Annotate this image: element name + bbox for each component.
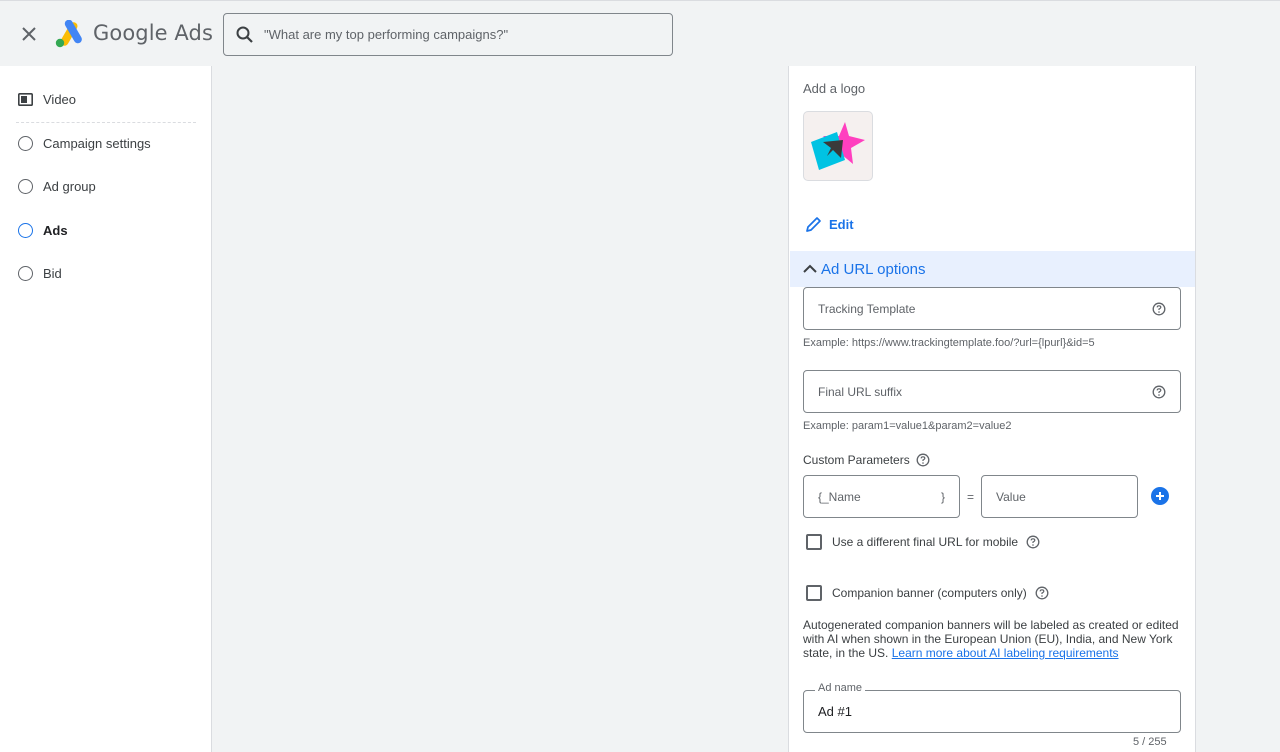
plus-icon (1156, 492, 1164, 500)
video-icon (18, 92, 33, 106)
ad-name-input[interactable] (818, 704, 1166, 719)
final-url-suffix-field[interactable] (803, 370, 1181, 413)
equals-sign: = (967, 490, 975, 504)
search-icon (235, 24, 257, 46)
parameter-value-field[interactable]: Value (981, 475, 1138, 518)
step-circle-icon (18, 222, 33, 238)
sidebar-item-label: Video (43, 91, 77, 107)
sidebar-item-label: Campaign settings (43, 135, 151, 151)
ai-labeling-learn-more-link[interactable]: Learn more about AI labeling requirement… (892, 646, 1119, 660)
logo-thumbnail[interactable] (803, 111, 873, 181)
sidebar-item-label: Ads (43, 222, 68, 238)
sidebar-item-ads[interactable]: Ads (18, 218, 68, 242)
parameter-name-suffix: } (940, 489, 945, 504)
sidebar-item-video[interactable]: Video (18, 87, 76, 111)
sidebar: Video Campaign settings Ad group Ads Bid (0, 66, 212, 752)
companion-banner-label: Companion banner (computers only) (832, 586, 1027, 600)
final-url-suffix-example: Example: param1=value1&param2=value2 (803, 420, 1012, 432)
edit-logo-button[interactable]: Edit (805, 215, 854, 233)
section-title: Ad URL options (821, 260, 926, 278)
google-ads-logo-icon (55, 20, 82, 48)
companion-banner-checkbox[interactable] (806, 585, 822, 601)
help-icon[interactable] (1152, 385, 1166, 399)
custom-parameters-text: Custom Parameters (803, 453, 910, 467)
sidebar-item-bid[interactable]: Bid (18, 261, 62, 285)
tracking-template-input[interactable] (818, 301, 1152, 316)
sidebar-divider (16, 122, 196, 123)
step-circle-icon (18, 178, 33, 194)
companion-banner-note: Autogenerated companion banners will be … (803, 618, 1181, 660)
ad-settings-panel: Add a logo Edit Ad URL options Example: … (788, 66, 1196, 752)
ad-url-options-toggle[interactable]: Ad URL options (790, 251, 1195, 287)
search-bar[interactable] (223, 13, 673, 56)
companion-banner-option: Companion banner (computers only) (806, 585, 1049, 601)
sidebar-item-label: Ad group (43, 178, 96, 194)
step-circle-icon (18, 135, 33, 151)
help-icon[interactable] (916, 453, 930, 467)
tracking-template-example: Example: https://www.trackingtemplate.fo… (803, 337, 1095, 349)
step-circle-icon (18, 265, 33, 281)
parameter-name-prefix: {_Name (818, 489, 861, 504)
help-icon[interactable] (1026, 535, 1040, 549)
help-icon[interactable] (1152, 302, 1166, 316)
chevron-up-icon (802, 261, 818, 277)
business-logo-icon (811, 122, 865, 170)
sidebar-item-campaign-settings[interactable]: Campaign settings (18, 131, 151, 155)
brand-name: Google Ads (93, 21, 213, 45)
parameter-value-placeholder: Value (996, 489, 1026, 504)
tracking-template-field[interactable] (803, 287, 1181, 330)
parameter-name-field[interactable]: {_Name } (803, 475, 960, 518)
sidebar-item-ad-group[interactable]: Ad group (18, 174, 96, 198)
ad-name-field[interactable] (803, 690, 1181, 733)
add-logo-label: Add a logo (803, 81, 866, 96)
custom-parameters-label: Custom Parameters (803, 453, 930, 467)
pencil-icon (805, 215, 823, 233)
top-bar: Google Ads (0, 0, 1280, 66)
mobile-url-checkbox[interactable] (806, 534, 822, 550)
add-parameter-button[interactable] (1151, 487, 1169, 505)
character-counter: 5 / 255 (1133, 736, 1167, 748)
close-button[interactable] (16, 21, 42, 47)
search-input[interactable] (264, 27, 644, 42)
close-icon (22, 27, 36, 41)
final-url-suffix-input[interactable] (818, 384, 1152, 399)
mobile-url-label: Use a different final URL for mobile (832, 535, 1019, 549)
ad-name-label: Ad name (815, 682, 866, 694)
sidebar-item-label: Bid (43, 265, 62, 281)
mobile-url-option: Use a different final URL for mobile (806, 534, 1040, 550)
edit-label: Edit (829, 216, 854, 232)
help-icon[interactable] (1035, 586, 1049, 600)
